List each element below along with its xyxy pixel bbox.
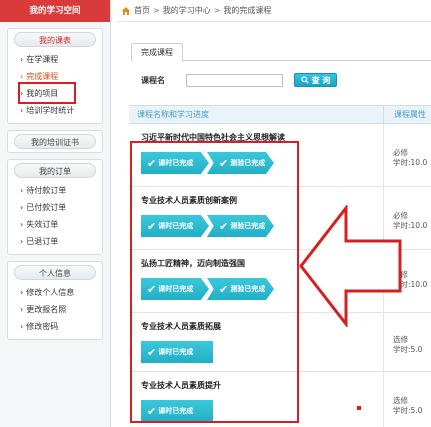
sidebar-header: 我的学习空间 [0, 0, 110, 22]
highlight-box-active-item [18, 82, 76, 104]
sidebar-item-refunded-orders[interactable]: › 已退订单 [8, 233, 102, 250]
search-label: 课程名 [141, 75, 165, 85]
sidebar-item-label: 更改报名照 [26, 305, 67, 314]
chevron-right-icon: › [20, 288, 24, 297]
column-header-attr: 课程属性 [394, 110, 426, 119]
sidebar-item-label: 完成课程 [26, 72, 59, 81]
tab-completed-courses[interactable]: 完成课程 [131, 43, 183, 62]
section-title-personal-info[interactable]: 个人信息 [14, 265, 96, 280]
breadcrumb: 首页 > 我的学习中心 > 我的完成课程 [117, 0, 431, 22]
chevron-right-icon: › [20, 72, 24, 81]
sidebar-item-studying[interactable]: › 在学课程 [8, 51, 102, 68]
sidebar-item-label: 修改密码 [26, 322, 59, 331]
sidebar: 我的学习空间 我的课表 › 在学课程 › 完成课程 › 我的项目 › 培训学时统计 我的… [0, 0, 111, 427]
breadcrumb-separator: > [153, 5, 160, 15]
sidebar-item-label: 已付款订单 [26, 203, 67, 212]
search-button[interactable]: 查 询 [294, 73, 337, 87]
highlight-box-course-list [130, 141, 299, 423]
section-personal-info: 个人信息 › 修改个人信息 › 更改报名照 › 修改密码 [7, 261, 103, 340]
course-type: 选修 [393, 396, 408, 405]
section-title-orders[interactable]: 我的订单 [14, 163, 96, 178]
section-certificates: 我的培训证书 [7, 130, 103, 153]
column-header-name: 课程名称和学习进度 [129, 106, 384, 123]
home-icon[interactable] [121, 6, 131, 16]
sidebar-item-change-photo[interactable]: › 更改报名照 [8, 301, 102, 318]
sidebar-item-expired-orders[interactable]: › 失效订单 [8, 216, 102, 233]
chevron-right-icon: › [20, 203, 24, 212]
section-my-schedule: 我的课表 › 在学课程 › 完成课程 › 我的项目 › 培训学时统计 [7, 28, 103, 124]
chevron-right-icon: › [20, 106, 24, 115]
chevron-right-icon: › [20, 237, 24, 246]
search-row: 课程名 查 询 [141, 73, 337, 87]
sidebar-item-label: 已退订单 [26, 237, 59, 246]
chevron-right-icon: › [20, 55, 24, 64]
arrow-left-icon [299, 205, 402, 327]
section-title-my-schedule[interactable]: 我的课表 [14, 32, 96, 47]
sidebar-item-label: 在学课程 [26, 55, 59, 64]
course-hours: 学时:5.0 [393, 345, 423, 354]
sidebar-item-pending-orders[interactable]: › 待付款订单 [8, 182, 102, 199]
search-icon [300, 76, 309, 84]
sidebar-item-label: 待付款订单 [26, 186, 67, 195]
sidebar-item-label: 培训学时统计 [26, 106, 75, 115]
course-type: 选修 [393, 335, 408, 344]
chevron-right-icon: › [20, 186, 24, 195]
search-button-label: 查 询 [311, 75, 331, 85]
course-name-input[interactable] [186, 73, 283, 87]
chevron-right-icon: › [20, 305, 24, 314]
chevron-right-icon: › [20, 220, 24, 229]
sidebar-item-hours-stats[interactable]: › 培训学时统计 [8, 102, 102, 119]
breadcrumb-home[interactable]: 首页 [134, 0, 150, 22]
breadcrumb-current: 我的完成课程 [223, 5, 272, 15]
sidebar-item-label: 修改个人信息 [26, 288, 75, 297]
table-header: 课程名称和学习进度 课程属性 [129, 105, 431, 124]
course-hours: 学时:10.0 [393, 158, 428, 167]
course-type: 必修 [393, 148, 408, 157]
tab-bar: 完成课程 [131, 43, 431, 62]
section-title-certificates[interactable]: 我的培训证书 [14, 134, 96, 149]
sidebar-item-edit-profile[interactable]: › 修改个人信息 [8, 284, 102, 301]
section-orders: 我的订单 › 待付款订单 › 已付款订单 › 失效订单 › 已退订单 [7, 159, 103, 255]
sidebar-item-change-password[interactable]: › 修改密码 [8, 318, 102, 335]
course-hours: 学时:5.0 [393, 406, 423, 415]
sidebar-item-paid-orders[interactable]: › 已付款订单 [8, 199, 102, 216]
chevron-right-icon: › [20, 322, 24, 331]
breadcrumb-learning-center[interactable]: 我的学习中心 [163, 0, 211, 22]
sidebar-item-label: 失效订单 [26, 220, 59, 229]
red-dot-marker [357, 406, 361, 410]
breadcrumb-separator: > [213, 5, 221, 15]
